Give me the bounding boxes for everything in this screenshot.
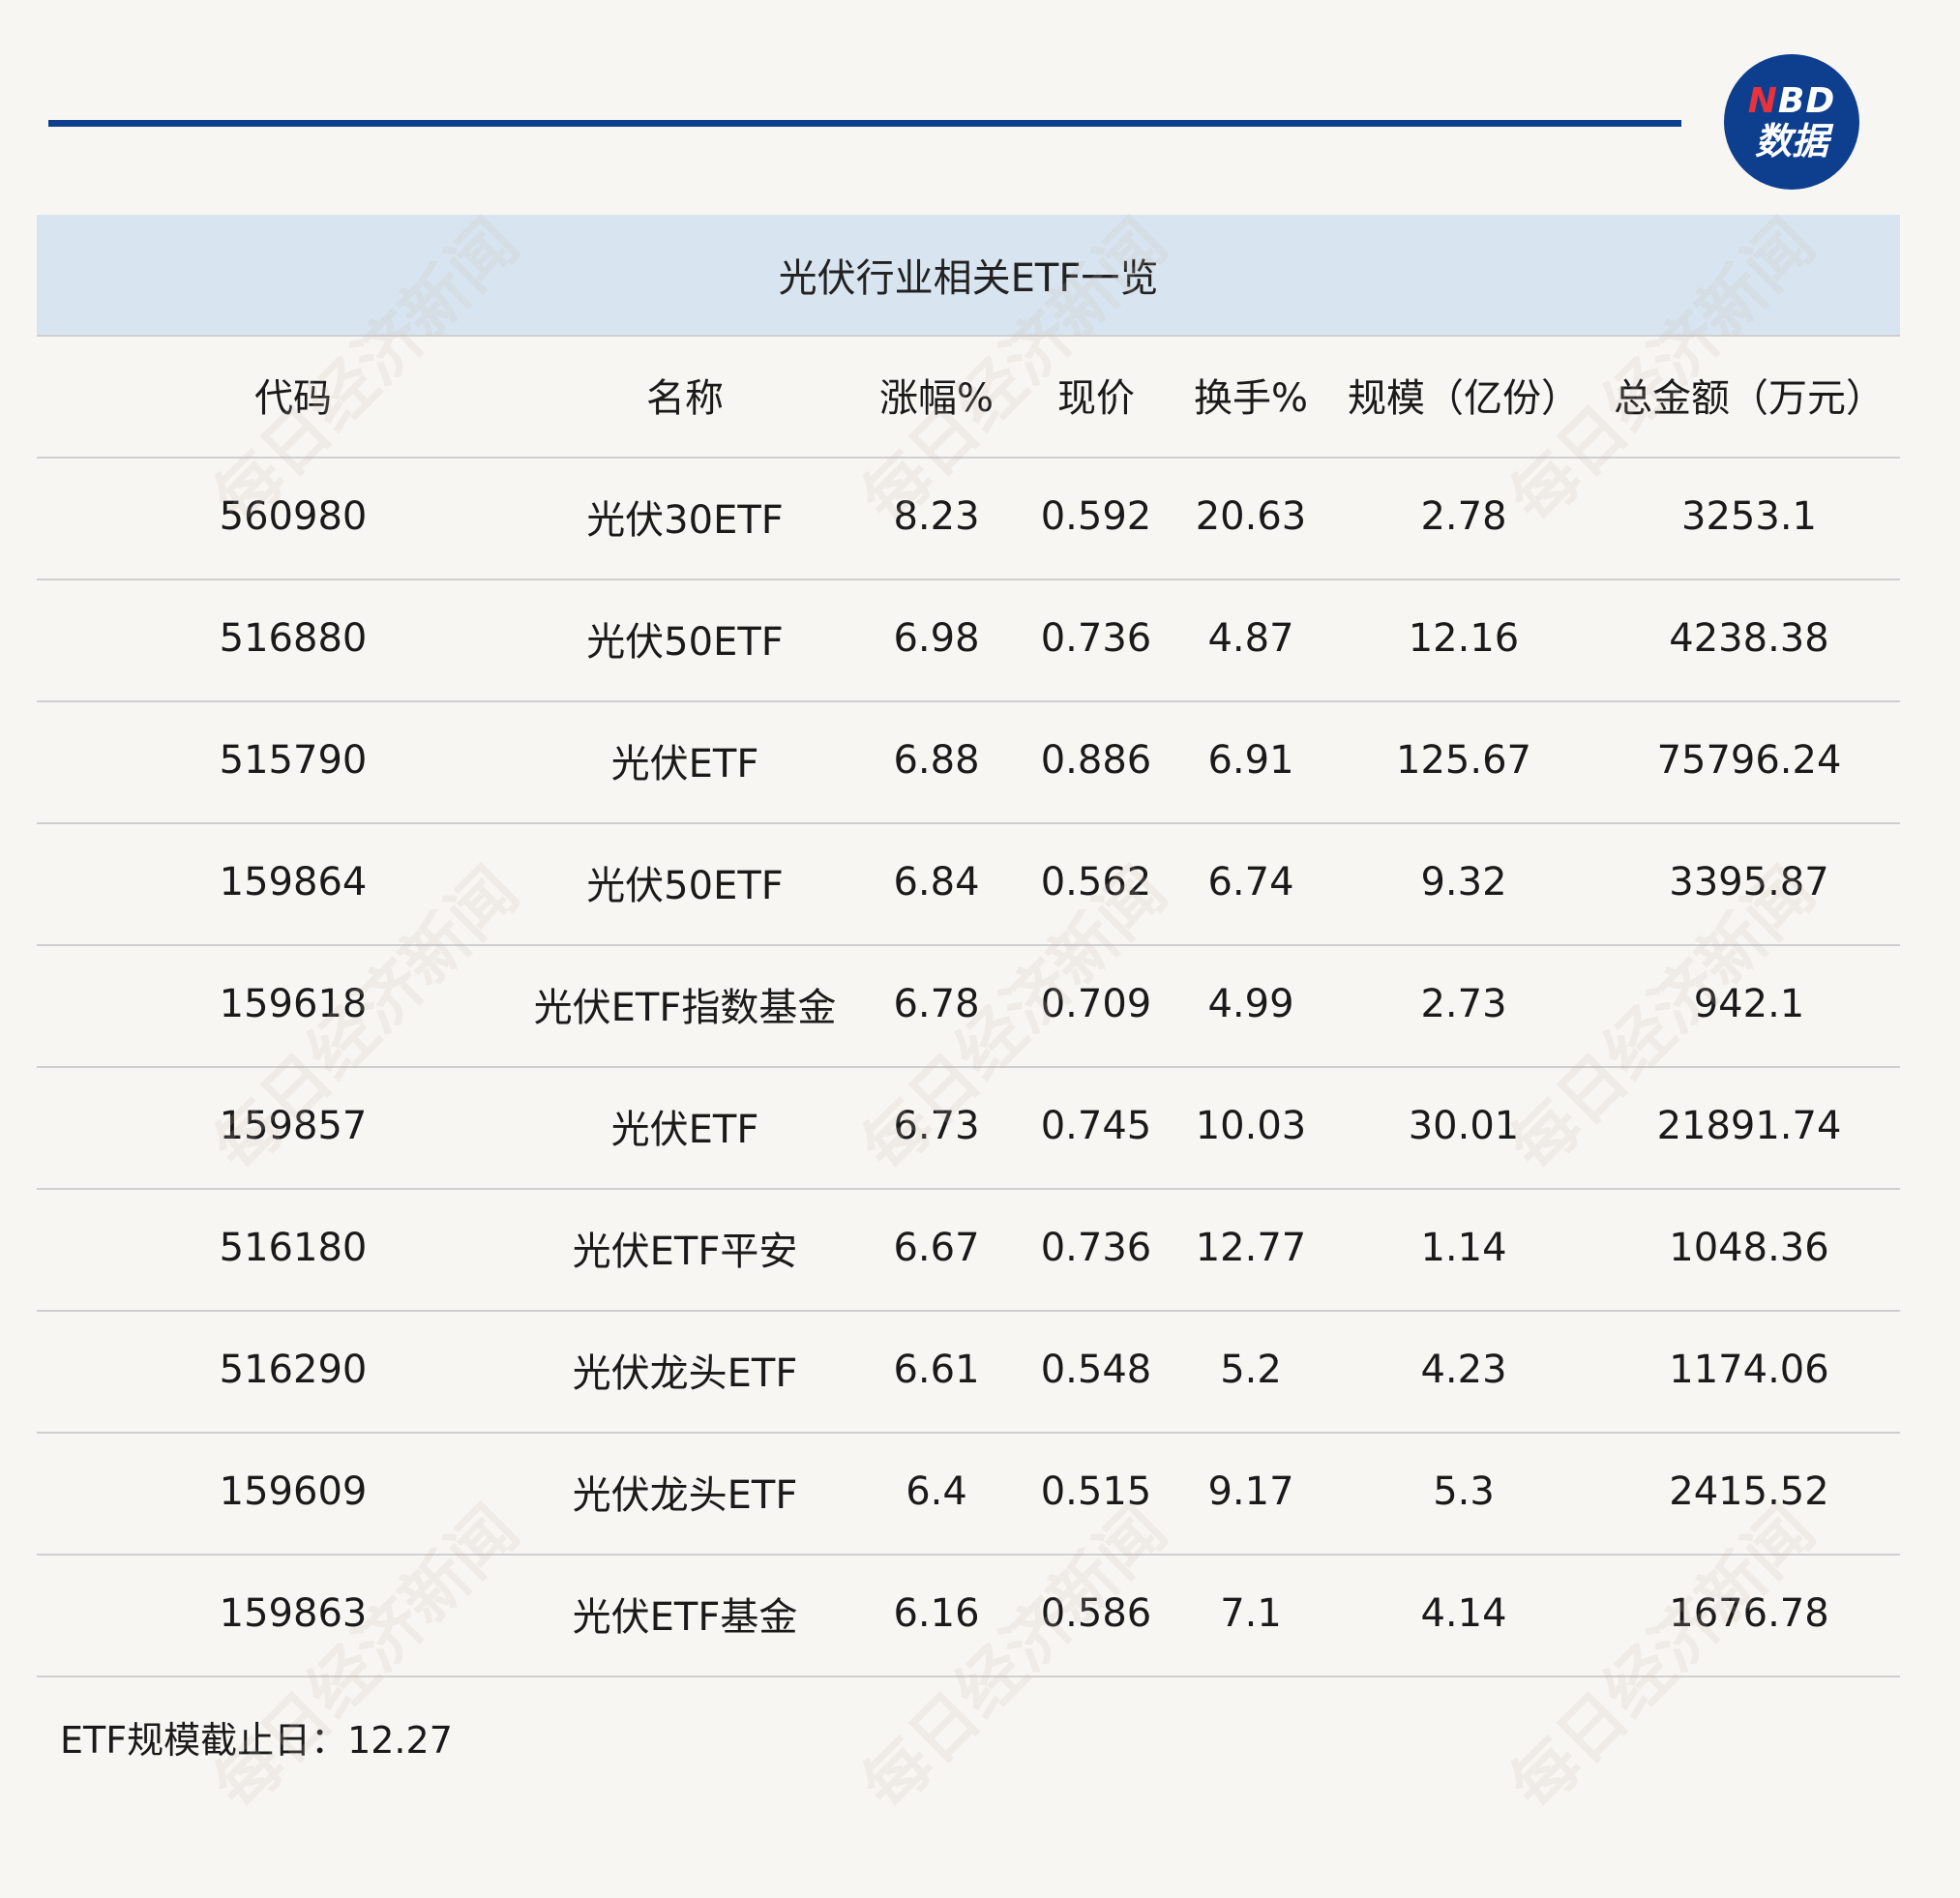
table-cell: 光伏龙头ETF: [572, 1473, 798, 1518]
table-header-row: 代码 名称 涨幅% 现价 换手% 规模（亿份） 总金额（万元）: [37, 335, 1900, 455]
table-cell: 光伏ETF指数基金: [533, 986, 837, 1030]
table-row: 516880 光伏50ETF 6.98 0.736 4.87 12.16 4238.38: [37, 578, 1900, 698]
table-cell: 560980: [219, 494, 368, 539]
table-cell: 光伏ETF平安: [572, 1230, 798, 1274]
table-cell: 30.01: [1408, 1104, 1520, 1148]
table-row: 516180 光伏ETF平安 6.67 0.736 12.77 1.14 1048.36: [37, 1188, 1900, 1308]
nbd-logo: NBD 数据: [1724, 54, 1859, 190]
table-row: 159857 光伏ETF 6.73 0.745 10.03 30.01 21891.74: [37, 1066, 1900, 1186]
table-cell: 2415.52: [1669, 1469, 1829, 1514]
row-divider: [37, 1676, 1900, 1677]
table-row: 159864 光伏50ETF 6.84 0.562 6.74 9.32 3395.87: [37, 822, 1900, 942]
table-cell: 2.78: [1420, 494, 1507, 539]
table-cell: 光伏龙头ETF: [572, 1351, 798, 1396]
table-row: 516290 光伏龙头ETF 6.61 0.548 5.2 4.23 1174.06: [37, 1310, 1900, 1430]
table-cell: 12.16: [1408, 616, 1520, 661]
column-header: 名称: [646, 376, 724, 421]
table-cell: 5.3: [1433, 1469, 1495, 1514]
table-cell: 516880: [219, 616, 368, 661]
table-cell: 9.32: [1420, 860, 1507, 905]
logo-text-nbd: NBD: [1747, 81, 1836, 121]
table-cell: 1048.36: [1669, 1226, 1829, 1270]
table-cell: 2.73: [1420, 982, 1507, 1026]
table-cell: 光伏50ETF: [586, 620, 784, 665]
table-cell: 光伏ETF基金: [572, 1595, 798, 1640]
table-cell: 1174.06: [1669, 1348, 1829, 1392]
table-cell: 1676.78: [1669, 1591, 1829, 1636]
table-cell: 75796.24: [1656, 738, 1842, 783]
table-row: 159618 光伏ETF指数基金 6.78 0.709 4.99 2.73 942.1: [37, 944, 1900, 1064]
table-cell: 4.14: [1420, 1591, 1507, 1636]
table-cell: 光伏30ETF: [586, 498, 784, 543]
table-cell: 4238.38: [1669, 616, 1829, 661]
table-title: 光伏行业相关ETF一览: [37, 215, 1900, 335]
column-header: 代码: [254, 376, 332, 421]
table-cell: 光伏ETF: [610, 742, 759, 786]
footnote: ETF规模截止日：12.27: [60, 1719, 453, 1762]
table-cell: 1.14: [1420, 1226, 1507, 1270]
table-cell: 159618: [219, 982, 368, 1026]
column-header: 规模（亿份）: [1348, 376, 1580, 421]
table-row: 560980 光伏30ETF 8.23 0.592 20.63 2.78 3253.1: [37, 457, 1900, 577]
table-row: 159863 光伏ETF基金 6.16 0.586 7.1 4.14 1676.78: [37, 1554, 1900, 1674]
table-cell: 159864: [219, 860, 368, 905]
table-cell: 21891.74: [1656, 1104, 1842, 1148]
table-cell: 3253.1: [1681, 494, 1817, 539]
table-cell: 光伏50ETF: [586, 864, 784, 908]
table-cell: 125.67: [1396, 738, 1531, 783]
table-row: 515790 光伏ETF 6.88 0.886 6.91 125.67 75796.24: [37, 700, 1900, 820]
column-header: 总金额（万元）: [1614, 376, 1885, 421]
table-cell: 942.1: [1693, 982, 1805, 1026]
table-cell: 3395.87: [1669, 860, 1829, 905]
table-cell: 516180: [219, 1226, 368, 1270]
table-cell: 516290: [219, 1348, 368, 1392]
table-cell: 159857: [219, 1104, 368, 1148]
top-divider-rule: [48, 120, 1681, 127]
logo-text-data: 数据: [1754, 120, 1828, 163]
table-row: 159609 光伏龙头ETF 6.4 0.515 9.17 5.3 2415.52: [37, 1432, 1900, 1552]
table-cell: 159863: [219, 1591, 368, 1636]
table-cell: 159609: [219, 1469, 368, 1514]
table-cell: 515790: [219, 738, 368, 783]
table-cell: 光伏ETF: [610, 1108, 759, 1152]
table-cell: 4.23: [1420, 1348, 1507, 1392]
